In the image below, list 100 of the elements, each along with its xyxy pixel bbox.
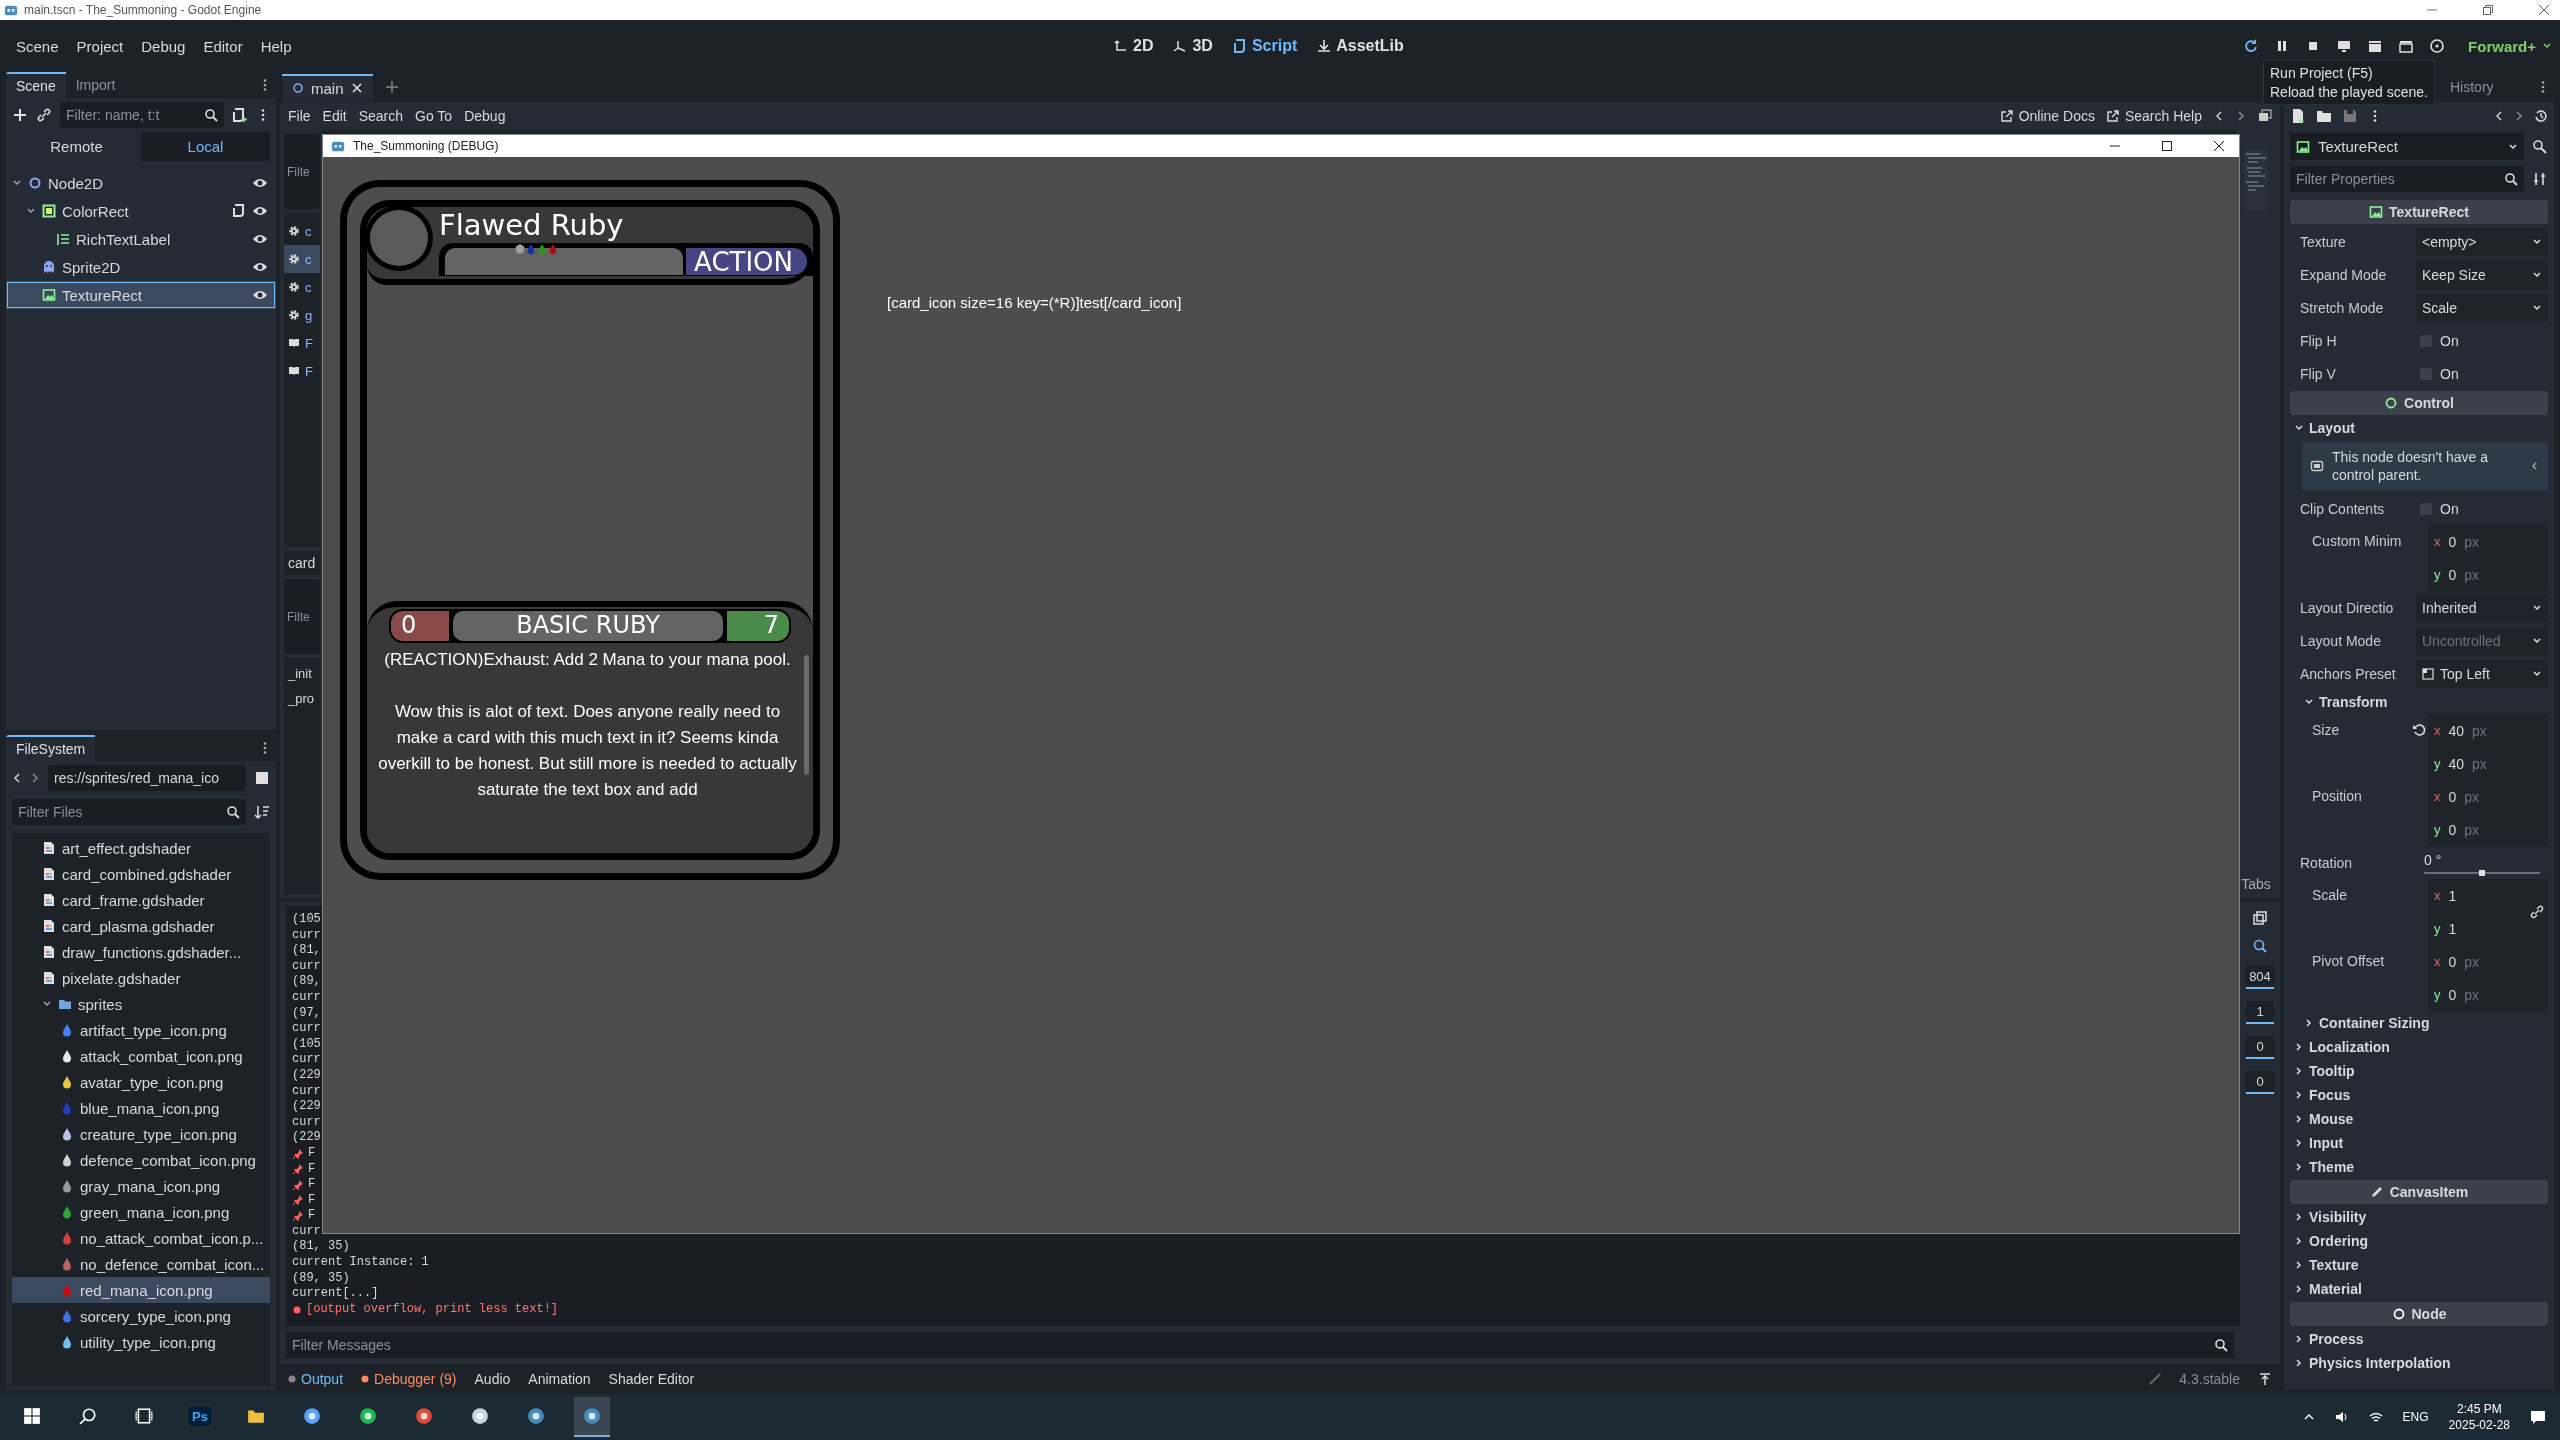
reload-icon[interactable] [2243,38,2260,54]
clapperboard-icon[interactable] [2398,38,2415,54]
vector-component-field[interactable]: y 0 px [2428,978,2548,1011]
history-icon[interactable] [2534,109,2548,123]
filesystem-entry[interactable]: sprites [12,991,270,1017]
windows-icon[interactable] [2258,109,2272,123]
clapperboard-icon[interactable] [2367,38,2384,54]
filesystem-entry[interactable]: no_defence_combat_icon... [12,1251,270,1277]
menu-item[interactable]: Debug [133,31,194,61]
scene-tree-item[interactable]: Sprite2D [6,253,276,281]
pin-panel-icon[interactable] [2258,1372,2272,1386]
property-section[interactable]: Transform [2290,690,2548,714]
property-dropdown[interactable]: Top Left [2416,659,2548,688]
filesystem-entry[interactable]: artifact_type_icon.png [12,1017,270,1043]
vector-component-field[interactable]: x 0 px [2428,945,2548,978]
filesystem-entry[interactable]: gray_mana_icon.png [12,1173,270,1199]
filesystem-entry[interactable]: avatar_type_icon.png [12,1069,270,1095]
filter-field[interactable]: Filter Files [12,799,246,825]
taskbar-app[interactable] [574,1397,610,1437]
filter-field[interactable]: Filter Properties [2290,166,2524,192]
bottom-panel-tab[interactable]: Debugger (9) [361,1371,457,1387]
close-icon[interactable] [2213,140,2225,152]
copy-icon[interactable] [2252,910,2268,926]
taskbar-app[interactable]: Ps [182,1397,218,1437]
property-checkbox[interactable]: On [2416,365,2548,382]
property-section[interactable]: Process [2290,1327,2548,1351]
bottom-panel-tab[interactable]: Shader Editor [608,1371,695,1387]
renderer-dropdown[interactable]: Forward+ [2468,37,2552,55]
filesystem-entry[interactable]: card_plasma.gdshader [12,913,270,939]
wifi-icon[interactable] [2368,1410,2383,1424]
script-list-item[interactable]: g [284,301,320,329]
property-section[interactable]: Theme [2290,1155,2548,1179]
script-list-item[interactable]: c [284,273,320,301]
property-section[interactable]: Texture [2290,1253,2548,1277]
scrollbar[interactable] [804,655,809,775]
vector-component-field[interactable]: x 0 px [2428,780,2548,813]
property-section[interactable]: Mouse [2290,1107,2548,1131]
property-dropdown[interactable]: Keep Size [2416,260,2548,289]
bottom-panel-tab[interactable]: Audio [474,1371,511,1387]
new-resource-icon[interactable] [2290,108,2306,124]
filesystem-entry[interactable]: defence_combat_icon.png [12,1147,270,1173]
property-dropdown[interactable]: Scale [2416,293,2548,322]
dock-tab[interactable]: Scene [6,72,66,98]
filesystem-entry[interactable]: card_frame.gdshader [12,887,270,913]
layout-toggle-icon[interactable] [254,770,270,786]
property-section[interactable]: Visibility [2290,1205,2548,1229]
class-header[interactable]: CanvasItem [2290,1180,2548,1204]
speaker-icon[interactable] [2334,1410,2349,1424]
tools-icon[interactable] [2532,171,2548,187]
add-tab-icon[interactable] [384,80,399,94]
scene-tree-item[interactable]: Node2D [6,169,276,197]
property-dropdown[interactable]: <empty> [2416,227,2548,256]
property-section[interactable]: Physics Interpolation [2290,1351,2548,1375]
property-section[interactable]: Localization [2290,1035,2548,1059]
film-reel-icon[interactable] [2429,38,2446,54]
slider-thumb[interactable] [2479,869,2485,876]
property-checkbox[interactable]: On [2416,500,2548,517]
bottom-panel-tab[interactable]: Animation [528,1371,591,1387]
filter-field[interactable]: Filte [284,579,320,654]
slider-track[interactable] [2424,871,2540,874]
vector-component-field[interactable]: y 40 px [2428,747,2548,780]
filesystem-entry[interactable]: creature_type_icon.png [12,1121,270,1147]
property-dropdown[interactable]: Inherited [2416,593,2548,622]
attach-script-icon[interactable] [232,107,248,123]
filesystem-entry[interactable]: sorcery_type_icon.png [12,1303,270,1329]
search-icon[interactable] [2252,938,2268,954]
help-link[interactable]: Search Help [2106,108,2202,124]
filesystem-entry[interactable]: card_combined.gdshader [12,861,270,887]
dock-tab[interactable]: FileSystem [6,735,96,761]
workspace-tab[interactable]: 3D [1167,31,1219,61]
language-indicator[interactable]: ENG [2402,1410,2429,1424]
filter-field[interactable]: Filter Messages [286,1332,2234,1358]
sort-icon[interactable] [254,804,270,820]
property-section[interactable]: Material [2290,1277,2548,1301]
vector-component-field[interactable]: y 0 px [2428,558,2548,591]
filter-field[interactable]: Filter: name, t:t [60,102,224,128]
link-icon[interactable] [2530,905,2544,919]
dock-tab[interactable]: Import [65,73,126,97]
vector-component-field[interactable]: x 40 px [2428,714,2548,747]
editor-tab[interactable]: main [282,73,373,101]
message-counter[interactable]: 0 [2246,1071,2274,1094]
method-item[interactable]: _init [288,666,316,681]
add-icon[interactable] [12,107,28,123]
vector-component-field[interactable]: y 1 [2428,912,2548,945]
property-checkbox[interactable]: On [2416,332,2548,349]
menu-item[interactable]: Project [68,31,132,61]
reset-icon[interactable] [2412,723,2426,737]
filesystem-entry[interactable]: blue_mana_icon.png [12,1095,270,1121]
script-icon[interactable] [232,204,246,218]
message-counter[interactable]: 804 [2246,966,2274,989]
menu-item[interactable]: Search [358,108,404,124]
message-counter[interactable]: 1 [2246,1001,2274,1024]
menu-item[interactable]: Help [252,31,300,61]
filesystem-entry[interactable]: no_attack_combat_icon.p... [12,1225,270,1251]
scene-tree-item[interactable]: ColorRect [6,197,276,225]
help-link[interactable]: Online Docs [2000,108,2095,124]
filter-field[interactable]: Filte [284,134,320,209]
dock-tab[interactable]: History [2450,79,2494,95]
maximize-icon[interactable] [2161,140,2173,152]
script-list-item[interactable]: F [284,329,320,357]
